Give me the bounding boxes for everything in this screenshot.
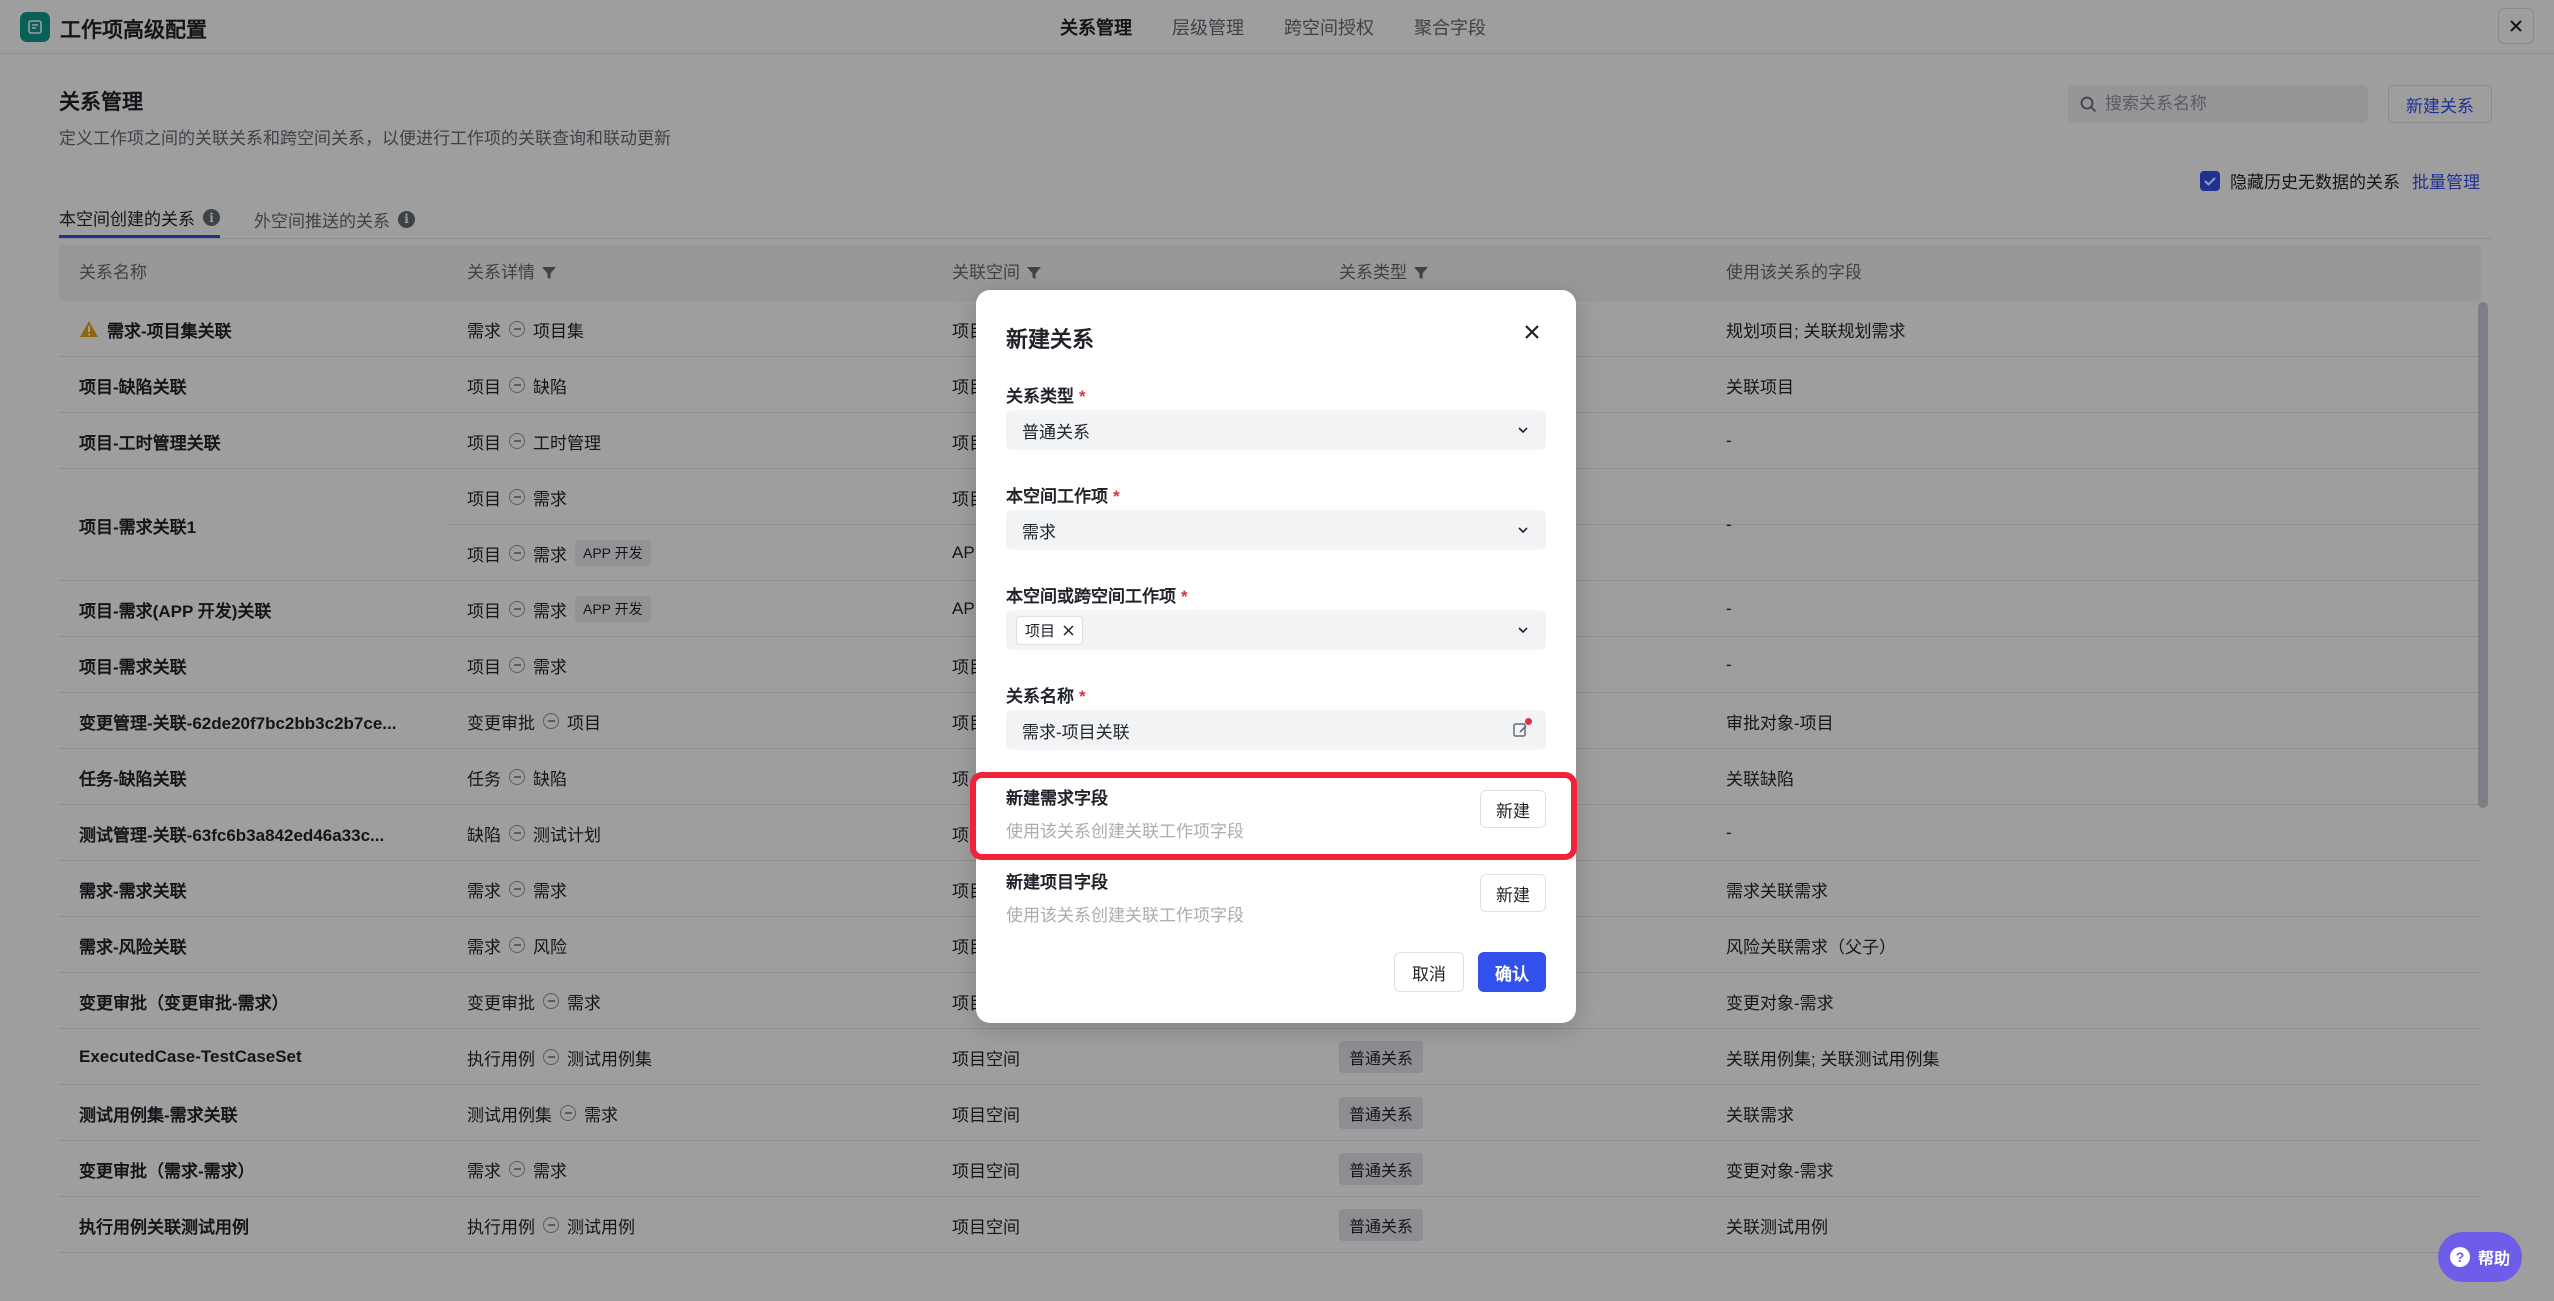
cancel-button[interactable]: 取消: [1394, 952, 1464, 992]
local-item-value: 需求: [1022, 522, 1056, 542]
relation-type-label: 关系类型 *: [1006, 387, 1086, 406]
help-icon: ?: [2449, 1247, 2470, 1267]
remove-chip-icon[interactable]: [1063, 624, 1074, 636]
dialog-close-button[interactable]: [1520, 320, 1544, 344]
dialog-title: 新建关系: [1006, 327, 1095, 352]
help-button[interactable]: ? 帮助: [2438, 1232, 2522, 1282]
local-item-label: 本空间工作项 *: [1006, 487, 1120, 506]
relation-name-label: 关系名称 *: [1006, 687, 1086, 706]
new-project-field-option: 新建项目字段 使用该关系创建关联工作项字段 新建: [1006, 868, 1546, 928]
notification-dot: [1525, 718, 1532, 725]
new-project-field-button[interactable]: 新建: [1480, 874, 1546, 912]
target-item-select[interactable]: 项目: [1006, 610, 1546, 650]
chevron-down-icon: [1518, 527, 1528, 534]
highlight-box: [970, 772, 1577, 860]
new-relation-dialog: 新建关系 关系类型 * 普通关系 本空间工作项 * 需求 本空间或跨空间工作项 * 项…: [976, 290, 1576, 1023]
chevron-down-icon: [1518, 627, 1528, 634]
close-icon: [1525, 325, 1539, 339]
relation-type-select[interactable]: 普通关系: [1006, 410, 1546, 450]
target-item-label: 本空间或跨空间工作项 *: [1006, 587, 1188, 606]
local-item-select[interactable]: 需求: [1006, 510, 1546, 550]
relation-name-input[interactable]: 需求-项目关联: [1006, 710, 1546, 750]
option-title: 新建项目字段: [1006, 873, 1108, 892]
relation-type-value: 普通关系: [1022, 422, 1090, 442]
target-item-chip: 项目: [1016, 615, 1084, 645]
help-label: 帮助: [2477, 1251, 2510, 1268]
relation-name-value: 需求-项目关联: [1022, 722, 1130, 742]
confirm-button[interactable]: 确认: [1478, 952, 1546, 992]
option-description: 使用该关系创建关联工作项字段: [1006, 906, 1244, 925]
edit-icon[interactable]: [1512, 718, 1532, 739]
chevron-down-icon: [1518, 427, 1528, 434]
